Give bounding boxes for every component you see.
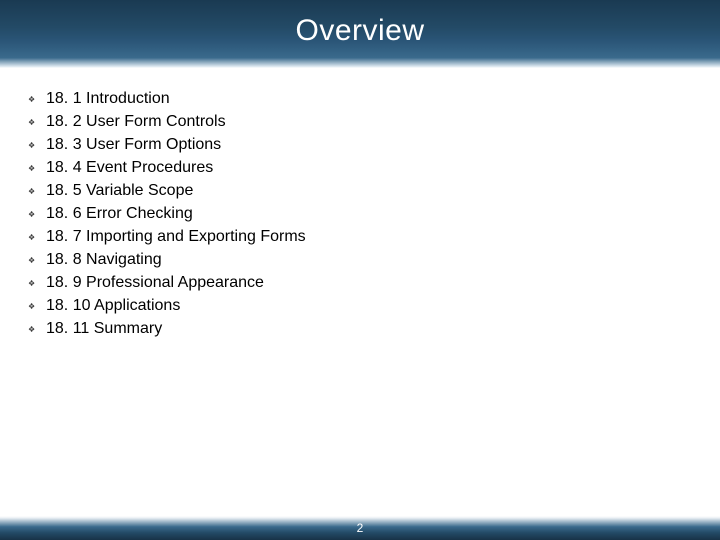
list-item: ❖ 18. 1 Introduction (28, 88, 690, 111)
list-item-text: 18. 6 Error Checking (46, 203, 690, 225)
diamond-bullet-icon: ❖ (28, 249, 46, 272)
diamond-bullet-icon: ❖ (28, 134, 46, 157)
list-item-text: 18. 2 User Form Controls (46, 111, 690, 133)
diamond-bullet-icon: ❖ (28, 318, 46, 341)
list-item: ❖ 18. 3 User Form Options (28, 134, 690, 157)
list-item: ❖ 18. 8 Navigating (28, 249, 690, 272)
list-item-text: 18. 4 Event Procedures (46, 157, 690, 179)
list-item-text: 18. 11 Summary (46, 318, 690, 340)
diamond-bullet-icon: ❖ (28, 272, 46, 295)
slide: Overview ❖ 18. 1 Introduction ❖ 18. 2 Us… (0, 0, 720, 540)
header-bar: Overview (0, 0, 720, 68)
list-item-text: 18. 1 Introduction (46, 88, 690, 110)
diamond-bullet-icon: ❖ (28, 226, 46, 249)
list-item: ❖ 18. 6 Error Checking (28, 203, 690, 226)
list-item-text: 18. 3 User Form Options (46, 134, 690, 156)
list-item: ❖ 18. 5 Variable Scope (28, 180, 690, 203)
page-number: 2 (357, 521, 364, 535)
diamond-bullet-icon: ❖ (28, 180, 46, 203)
list-item: ❖ 18. 2 User Form Controls (28, 111, 690, 134)
list-item: ❖ 18. 11 Summary (28, 318, 690, 341)
slide-title: Overview (295, 14, 424, 48)
diamond-bullet-icon: ❖ (28, 295, 46, 318)
diamond-bullet-icon: ❖ (28, 157, 46, 180)
list-item: ❖ 18. 4 Event Procedures (28, 157, 690, 180)
list-item-text: 18. 9 Professional Appearance (46, 272, 690, 294)
list-item: ❖ 18. 10 Applications (28, 295, 690, 318)
list-item: ❖ 18. 9 Professional Appearance (28, 272, 690, 295)
list-item-text: 18. 10 Applications (46, 295, 690, 317)
list-item-text: 18. 5 Variable Scope (46, 180, 690, 202)
list-item-text: 18. 7 Importing and Exporting Forms (46, 226, 690, 248)
overview-list: ❖ 18. 1 Introduction ❖ 18. 2 User Form C… (28, 88, 690, 341)
diamond-bullet-icon: ❖ (28, 203, 46, 226)
diamond-bullet-icon: ❖ (28, 88, 46, 111)
list-item-text: 18. 8 Navigating (46, 249, 690, 271)
content-area: ❖ 18. 1 Introduction ❖ 18. 2 User Form C… (28, 88, 690, 341)
list-item: ❖ 18. 7 Importing and Exporting Forms (28, 226, 690, 249)
diamond-bullet-icon: ❖ (28, 111, 46, 134)
footer-bar: 2 (0, 516, 720, 540)
